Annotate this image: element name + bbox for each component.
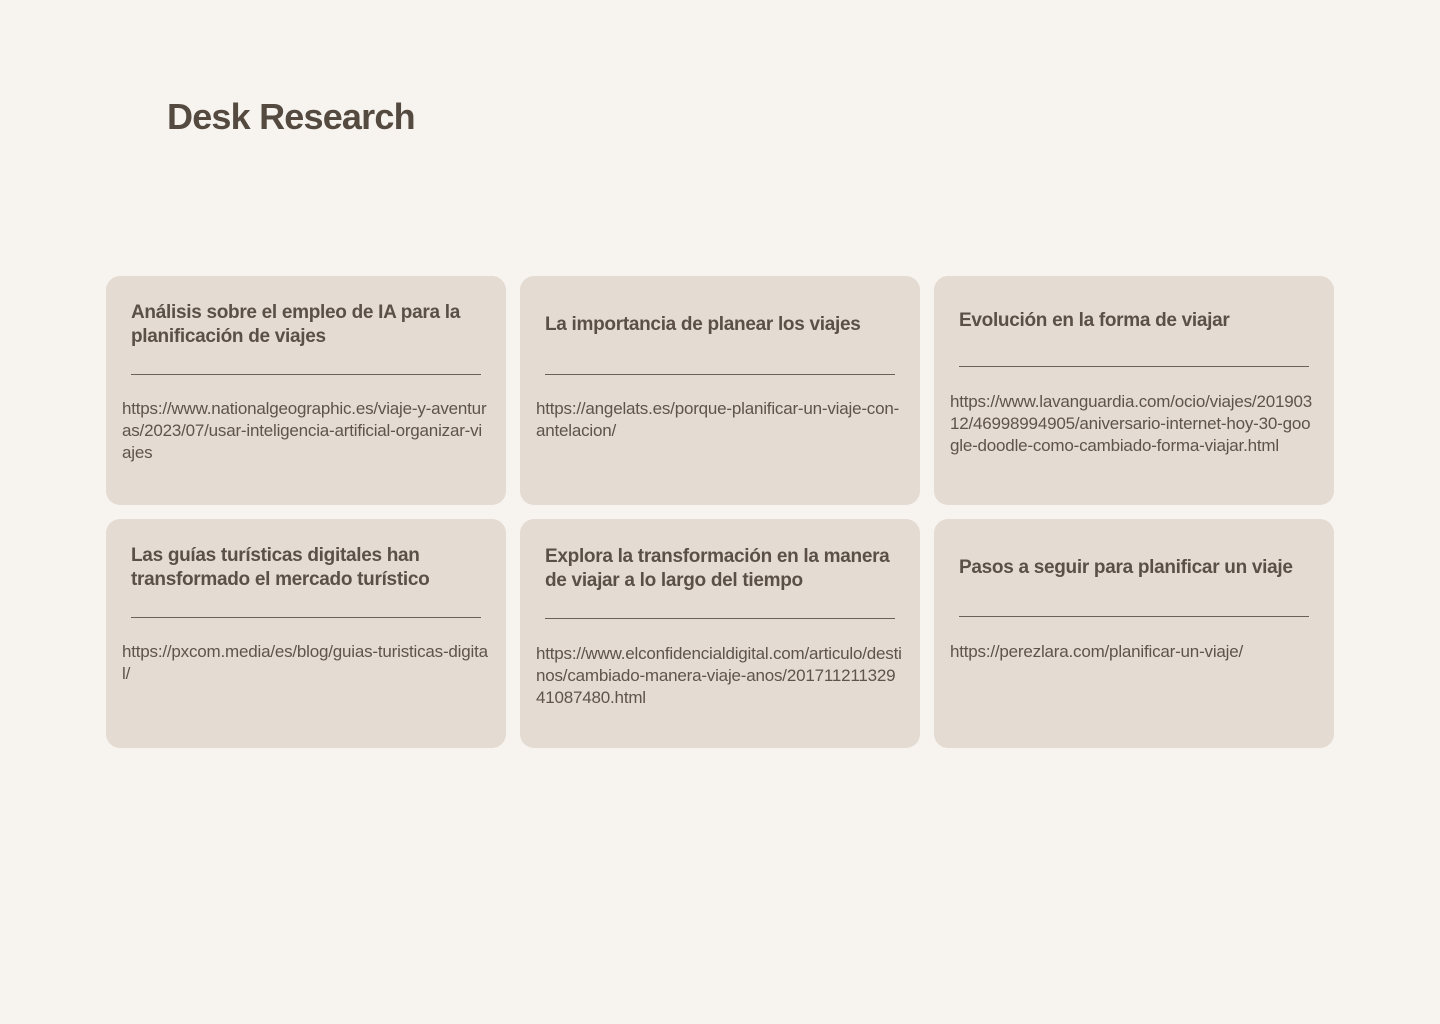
card-url-link[interactable]: https://pxcom.media/es/blog/guias-turist…: [122, 641, 490, 685]
research-card[interactable]: Las guías turísticas digitales han trans…: [106, 519, 506, 748]
card-url-link[interactable]: https://www.nationalgeographic.es/viaje-…: [122, 398, 490, 464]
card-title: Análisis sobre el empleo de IA para la p…: [131, 302, 460, 347]
card-header: Explora la transformación en la manera d…: [545, 519, 895, 619]
card-header: Pasos a seguir para planificar un viaje: [959, 519, 1309, 617]
card-title: Explora la transformación en la manera d…: [545, 545, 890, 591]
card-title: Evolución en la forma de viajar: [959, 310, 1230, 331]
card-title: Las guías turísticas digitales han trans…: [131, 545, 430, 590]
card-url-link[interactable]: https://www.elconfidencialdigital.com/ar…: [536, 643, 904, 709]
research-card[interactable]: Pasos a seguir para planificar un viaje …: [934, 519, 1334, 748]
card-header: La importancia de planear los viajes: [545, 276, 895, 375]
research-card[interactable]: Análisis sobre el empleo de IA para la p…: [106, 276, 506, 505]
page-title: Desk Research: [167, 96, 416, 137]
card-url-link[interactable]: https://perezlara.com/planificar-un-viaj…: [950, 641, 1318, 663]
card-url-link[interactable]: https://angelats.es/porque-planificar-un…: [536, 398, 904, 442]
card-header: Evolución en la forma de viajar: [959, 276, 1309, 367]
card-title: La importancia de planear los viajes: [545, 314, 861, 335]
card-title: Pasos a seguir para planificar un viaje: [959, 556, 1293, 578]
research-card[interactable]: Explora la transformación en la manera d…: [520, 519, 920, 748]
card-header: Las guías turísticas digitales han trans…: [131, 519, 481, 618]
research-card[interactable]: Evolución en la forma de viajar https://…: [934, 276, 1334, 505]
card-header: Análisis sobre el empleo de IA para la p…: [131, 276, 481, 375]
research-card[interactable]: La importancia de planear los viajes htt…: [520, 276, 920, 505]
card-url-link[interactable]: https://www.lavanguardia.com/ocio/viajes…: [950, 391, 1318, 457]
research-card-grid: Análisis sobre el empleo de IA para la p…: [106, 276, 1334, 748]
